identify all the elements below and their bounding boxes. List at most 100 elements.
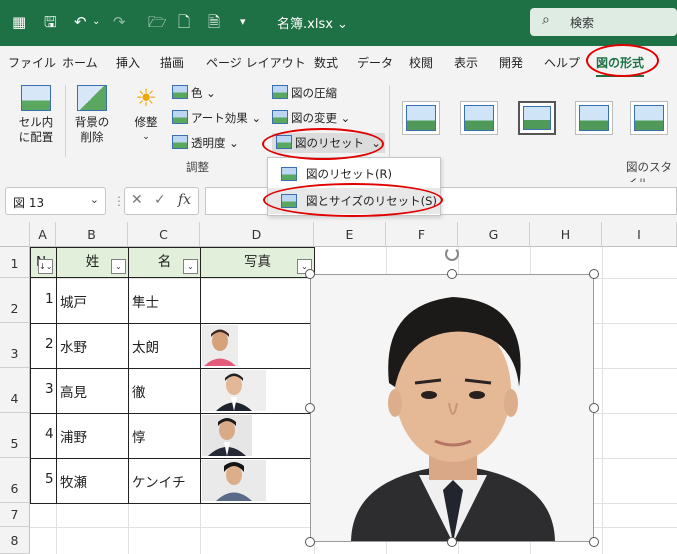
cell-no[interactable]: 5 (45, 471, 54, 487)
new-file-icon[interactable]: 🗎 (208, 12, 220, 32)
row-header-2[interactable]: 2 (0, 278, 30, 323)
picture-style-thumb[interactable] (402, 101, 440, 135)
cell-no[interactable]: 4 (45, 426, 54, 442)
col-header-d[interactable]: D (200, 222, 314, 247)
resize-handle[interactable] (589, 403, 599, 413)
resize-handle[interactable] (447, 537, 457, 547)
row-header-7[interactable]: 7 (0, 503, 30, 527)
tab-file[interactable]: ファイル (8, 54, 56, 71)
header-mei-label: 名 (157, 254, 172, 270)
col-header-g[interactable]: G (458, 222, 530, 247)
compress-icon (272, 85, 288, 99)
rotate-handle-icon[interactable] (445, 247, 459, 261)
name-box[interactable]: 図 13 ⌄ (5, 187, 106, 215)
cell-sei[interactable]: 高見 (60, 381, 87, 401)
remove-background-button[interactable]: 背景の 削除 (70, 85, 114, 145)
undo-dropdown-icon[interactable]: ⌄ (92, 12, 100, 32)
corrections-label: 修整 (134, 115, 158, 129)
undo-icon[interactable]: ↶ (74, 12, 87, 32)
resize-handle[interactable] (305, 269, 315, 279)
header-sei-label: 姓 (85, 254, 100, 270)
filter-dropdown-icon[interactable]: ⌄ (183, 259, 198, 274)
print-preview-icon[interactable]: 🗋 (178, 12, 190, 32)
row-header-6[interactable]: 6 (0, 458, 30, 503)
picture-style-thumb[interactable] (630, 101, 668, 135)
picture-style-thumb[interactable] (518, 101, 556, 135)
tab-page-layout[interactable]: ページ レイアウト (206, 54, 306, 71)
cell-sei[interactable]: 浦野 (60, 426, 87, 446)
cell-sei[interactable]: 牧瀬 (60, 471, 87, 491)
col-header-a[interactable]: A (30, 222, 56, 247)
change-picture-label: 図の変更 (291, 111, 337, 125)
remove-background-icon (77, 85, 107, 111)
save-icon[interactable]: 🖫 (44, 12, 57, 32)
cell-sei[interactable]: 水野 (60, 336, 87, 356)
tab-data[interactable]: データ (357, 54, 393, 71)
tab-view[interactable]: 表示 (454, 54, 478, 71)
cell-mei[interactable]: 隼士 (132, 291, 159, 311)
col-header-h[interactable]: H (530, 222, 602, 247)
row-header-4[interactable]: 4 (0, 368, 30, 413)
picture-style-thumb[interactable] (460, 101, 498, 135)
cell-no[interactable]: 1 (45, 291, 54, 307)
selected-picture[interactable] (310, 274, 594, 542)
tab-insert[interactable]: 挿入 (116, 54, 140, 71)
tab-formulas[interactable]: 数式 (314, 54, 338, 71)
resize-handle[interactable] (589, 537, 599, 547)
cancel-icon[interactable]: ✕ (131, 192, 143, 208)
tab-draw[interactable]: 描画 (160, 54, 184, 71)
col-header-f[interactable]: F (386, 222, 458, 247)
artistic-effects-button[interactable]: アート効果 ⌄ (172, 108, 261, 128)
resize-handle[interactable] (305, 403, 315, 413)
redo-icon[interactable]: ↷ (113, 12, 126, 32)
transparency-label: 透明度 (191, 136, 226, 150)
sun-icon: ☀ (135, 84, 157, 112)
row-header-1[interactable]: 1 (0, 247, 30, 278)
change-picture-button[interactable]: 図の変更 ⌄ (272, 108, 350, 128)
photo-thumbnail[interactable] (202, 415, 252, 456)
cell-mei[interactable]: 徹 (132, 381, 146, 401)
photo-thumbnail[interactable] (202, 325, 238, 366)
place-in-cell-button[interactable]: セル内 に配置 (14, 85, 58, 145)
remove-background-label: 背景の 削除 (74, 115, 110, 144)
cell-mei[interactable]: 惇 (132, 426, 146, 446)
file-name[interactable]: 名簿.xlsx ⌄ (277, 13, 348, 32)
cell-no[interactable]: 2 (45, 336, 54, 352)
search-box[interactable]: ⌕ 検索 (530, 8, 677, 36)
resize-handle[interactable] (589, 269, 599, 279)
tab-home[interactable]: ホーム (62, 54, 98, 71)
place-in-cell-icon (21, 85, 51, 111)
col-header-e[interactable]: E (314, 222, 386, 247)
photo-thumbnail[interactable] (202, 460, 266, 501)
customize-toolbar-icon[interactable]: ▾ (240, 12, 246, 32)
row-header-3[interactable]: 3 (0, 323, 30, 368)
cell-no[interactable]: 3 (45, 381, 54, 397)
resize-handle[interactable] (305, 537, 315, 547)
ribbon-separator (65, 85, 66, 157)
cell-mei[interactable]: ケンイチ (132, 471, 186, 491)
col-header-b[interactable]: B (56, 222, 128, 247)
compress-pictures-button[interactable]: 図の圧縮 (272, 83, 337, 103)
select-all-corner[interactable] (0, 222, 30, 247)
tab-review[interactable]: 校閲 (409, 54, 433, 71)
open-folder-icon[interactable]: 🗁 (148, 12, 167, 32)
picture-style-thumb[interactable] (575, 101, 613, 135)
col-header-i[interactable]: I (602, 222, 677, 247)
row-header-5[interactable]: 5 (0, 413, 30, 458)
photo-thumbnail[interactable] (202, 370, 266, 411)
filter-dropdown-icon[interactable]: ⌄ (111, 259, 126, 274)
artistic-effects-icon (172, 110, 188, 124)
sort-filter-icon[interactable]: ↓⌄ (38, 259, 53, 274)
col-header-c[interactable]: C (128, 222, 200, 247)
transparency-button[interactable]: 透明度 ⌄ (172, 133, 239, 153)
enter-icon[interactable]: ✓ (154, 192, 166, 208)
tab-developer[interactable]: 開発 (499, 54, 523, 71)
insert-function-button[interactable]: fx (178, 192, 191, 208)
tab-help[interactable]: ヘルプ (544, 54, 580, 71)
resize-handle[interactable] (447, 269, 457, 279)
corrections-button[interactable]: ☀ 修整 ⌄ (124, 85, 168, 145)
cell-sei[interactable]: 城戸 (60, 291, 87, 311)
cell-mei[interactable]: 太朗 (132, 336, 159, 356)
color-button[interactable]: 色 ⌄ (172, 83, 216, 103)
row-header-8[interactable]: 8 (0, 527, 30, 554)
